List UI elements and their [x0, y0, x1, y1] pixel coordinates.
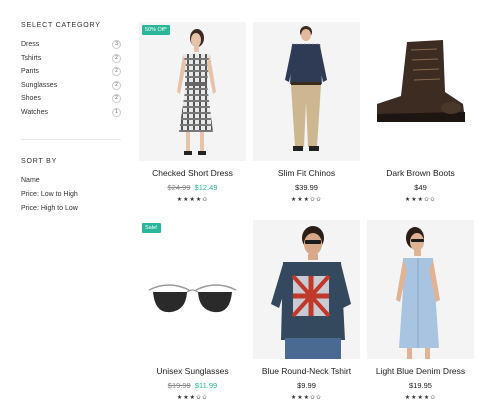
- category-heading: SELECT CATEGORY: [21, 22, 101, 29]
- product-name[interactable]: Blue Round-Neck Tshirt: [253, 366, 360, 376]
- rating-stars: ★★★★✩: [176, 197, 209, 203]
- category-label: Shoes: [21, 95, 41, 102]
- category-label: Tshirts: [21, 55, 42, 62]
- category-label: Dress: [21, 41, 40, 48]
- boot-image: [377, 40, 465, 122]
- rating-stars: ★★★✩✩: [176, 395, 209, 401]
- sort-option-name[interactable]: Name: [21, 177, 40, 184]
- product-price: $39.99: [253, 183, 360, 192]
- price: $49: [414, 183, 427, 192]
- category-count-badge: 2: [112, 54, 121, 63]
- category-count-badge: 3: [112, 40, 121, 49]
- category-item-dress[interactable]: Dress 3: [21, 40, 121, 50]
- product-name[interactable]: Checked Short Dress: [139, 168, 246, 178]
- product-name[interactable]: Slim Fit Chinos: [253, 168, 360, 178]
- product-name[interactable]: Unisex Sunglasses: [139, 366, 246, 376]
- sunglasses-image: [148, 284, 237, 313]
- product-price: $24.99 $12.49: [139, 183, 246, 192]
- category-count-badge: 2: [112, 94, 121, 103]
- price: $39.99: [295, 183, 318, 192]
- product-image[interactable]: [253, 220, 360, 359]
- category-item-tshirts[interactable]: Tshirts 2: [21, 54, 121, 64]
- sort-option-price-low-high[interactable]: Price: Low to High: [21, 191, 78, 198]
- chinos-model-image: [285, 26, 327, 151]
- category-item-pants[interactable]: Pants 2: [21, 67, 121, 77]
- rating-stars: ★★★✩✩: [290, 395, 323, 401]
- dress-image: [177, 29, 216, 155]
- product-name[interactable]: Dark Brown Boots: [367, 168, 474, 178]
- product-image[interactable]: [367, 220, 474, 359]
- category-count-badge: 2: [112, 81, 121, 90]
- category-label: Sunglasses: [21, 82, 58, 89]
- category-label: Pants: [21, 68, 39, 75]
- sale-price: $11.99: [194, 381, 218, 390]
- sidebar-divider: [21, 139, 121, 140]
- category-count-badge: 2: [112, 67, 121, 76]
- price: $9.99: [297, 381, 316, 390]
- product-price: $19.95: [367, 381, 474, 390]
- category-count-badge: 1: [112, 108, 121, 117]
- category-item-sunglasses[interactable]: Sunglasses 2: [21, 81, 121, 91]
- rating-stars: ★★★✩✩: [290, 197, 323, 203]
- product-name[interactable]: Light Blue Denim Dress: [367, 366, 474, 376]
- sort-option-price-high-low[interactable]: Price: High to Low: [21, 205, 78, 212]
- product-price: $9.99: [253, 381, 360, 390]
- sale-badge: Sale!: [142, 223, 161, 233]
- price: $19.95: [409, 381, 432, 390]
- category-item-watches[interactable]: Watches 1: [21, 108, 121, 118]
- rating-stars: ★★★★✩: [404, 395, 437, 401]
- discount-badge: 50% Off*: [142, 25, 170, 35]
- old-price: $19.99: [167, 381, 191, 390]
- tshirt-model-image: [271, 226, 351, 359]
- product-image[interactable]: Sale!: [139, 220, 246, 359]
- product-image[interactable]: [367, 22, 474, 161]
- product-image[interactable]: [253, 22, 360, 161]
- rating-stars: ★★★✩✩: [404, 197, 437, 203]
- category-label: Watches: [21, 109, 48, 116]
- denim-dress-image: [396, 227, 440, 359]
- product-price: $49: [367, 183, 474, 192]
- product-price: $19.99 $11.99: [139, 381, 246, 390]
- sort-heading: SORT BY: [21, 158, 58, 165]
- old-price: $24.99: [167, 183, 191, 192]
- product-image[interactable]: 50% Off*: [139, 22, 246, 161]
- category-item-shoes[interactable]: Shoes 2: [21, 94, 121, 104]
- sale-price: $12.49: [194, 183, 218, 192]
